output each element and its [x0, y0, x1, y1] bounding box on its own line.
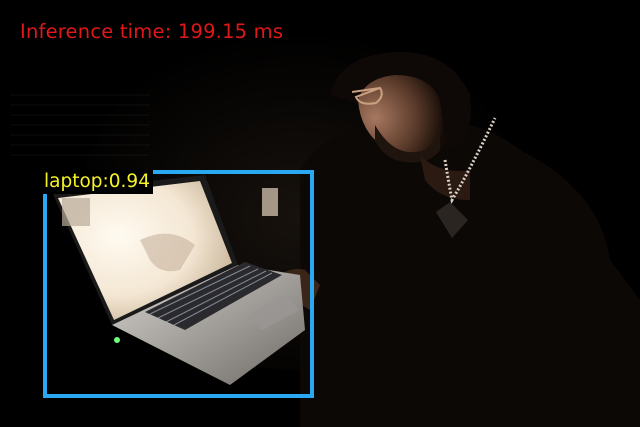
- inference-time-text: Inference time: 199.15 ms: [20, 20, 284, 43]
- detection-box: [43, 170, 314, 398]
- detection-label: laptop:0.94: [43, 170, 153, 194]
